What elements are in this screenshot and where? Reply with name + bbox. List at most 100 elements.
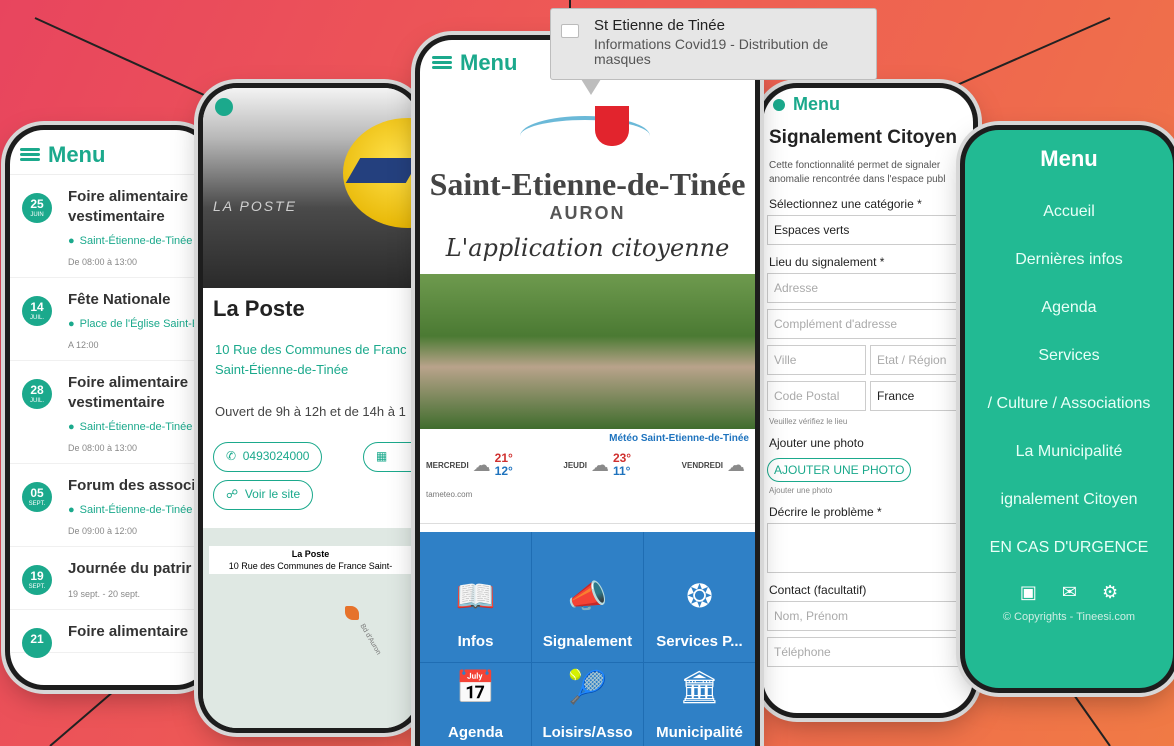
weather-source: tameteo.com (426, 490, 473, 499)
add-photo-button[interactable]: AJOUTER UNE PHOTO (767, 458, 912, 482)
photo-note: Ajouter une photo (769, 486, 833, 495)
tile-3[interactable]: ❂ Services P... (644, 532, 755, 662)
nav-item[interactable]: Agenda (965, 284, 1173, 332)
weather-day-name: JEUDI (563, 460, 587, 470)
category-label: Sélectionnez une catégorie * (769, 197, 922, 211)
map[interactable]: La Poste 10 Rue des Communes de France S… (203, 528, 418, 728)
landscape-photo (420, 274, 755, 429)
weather-widget[interactable]: Météo Saint-Etienne-de-Tinée MERCREDI ☁ 21… (420, 429, 755, 524)
poste-photo: LA POSTE (203, 88, 418, 288)
phone-field[interactable]: Téléphone (767, 637, 969, 667)
hamburger-icon (20, 148, 40, 162)
agenda-phone: Menu 25 JUIN Foire alimentaire vestimentair… (10, 130, 210, 685)
country-field[interactable]: France (870, 381, 969, 411)
nav-item[interactable]: Accueil (965, 188, 1173, 236)
poste-sign: LA POSTE (213, 198, 297, 214)
temp-low: 12° (494, 464, 513, 478)
event-title: Foire alimentaire (68, 374, 189, 391)
tile-4[interactable]: 📅 Agenda (420, 663, 531, 746)
photo-label: Ajouter une photo (769, 436, 864, 450)
nav-item[interactable]: Dernières infos (965, 236, 1173, 284)
weather-day: MERCREDI ☁ 21° 12° (426, 452, 513, 478)
description: Cette fonctionnalité permet de signaler … (769, 159, 967, 187)
call-button[interactable]: ✆ 0493024000 (213, 442, 323, 472)
tile-6[interactable]: 🏛 Municipalité (644, 663, 755, 746)
link-icon: ☍ (226, 487, 239, 501)
problem-label: Décrire le problème * (769, 505, 882, 519)
hamburger-icon (432, 56, 452, 70)
poste-phone: LA POSTE La Poste 10 Rue des Communes de… (203, 88, 418, 728)
nav-item[interactable]: / Culture / Associations (965, 380, 1173, 428)
name-field[interactable]: Nom, Prénom (767, 601, 969, 631)
notification-tail (581, 79, 601, 95)
menu-button[interactable]: Menu (10, 130, 210, 175)
list-item[interactable]: 25JUIN Foire alimentaire vestimentaire Sain… (10, 175, 210, 278)
location-label: Lieu du signalement * (769, 255, 885, 269)
date-day: 14 (30, 300, 44, 314)
date-badge: 14 JUIL. (22, 296, 52, 326)
event-time: 19 sept. - 20 sept. (68, 589, 141, 599)
notification-title: St Etienne de Tinée (594, 17, 725, 34)
description-line-1: Cette fonctionnalité permet de signaler (769, 160, 941, 171)
gear-icon[interactable]: ⚙ (1102, 582, 1118, 602)
menu-button[interactable]: Menu (763, 88, 973, 121)
weather-day-name: MERCREDI (426, 460, 469, 470)
date-month: SEPT. (28, 584, 46, 590)
nav-item[interactable]: Services (965, 332, 1173, 380)
address-complement-field[interactable]: Complément d'adresse (767, 309, 969, 339)
shield-icon (595, 106, 629, 146)
page-title: Signalement Citoyen (769, 127, 957, 148)
menu-label: Menu (460, 50, 518, 75)
zip-field[interactable]: Code Postal (767, 381, 866, 411)
list-item[interactable]: 14JUIL. Fête Nationale Place de l'Église S… (10, 278, 210, 361)
notification-body: Informations Covid19 - Distribution de m… (594, 36, 829, 67)
date-badge: 05 SEPT. (22, 482, 52, 512)
date-day: 05 (30, 486, 44, 500)
tile-label: Signalement (542, 633, 633, 650)
event-title: Foire alimentaire (68, 188, 189, 205)
weather-day: JEUDI ☁ 23° 11° (563, 452, 631, 478)
category-select[interactable]: Espaces verts (767, 215, 969, 245)
state-field[interactable]: Etat / Région (870, 345, 969, 375)
event-location: Saint-Étienne-de-Tinée (68, 421, 210, 433)
nav-list: Accueil Dernières infos Agenda Services / Cu… (965, 188, 1173, 572)
sidemenu-phone: Menu Accueil Dernières infos Agenda Service… (965, 130, 1173, 688)
address-field[interactable]: Adresse (767, 273, 969, 303)
app-icon (561, 24, 579, 38)
tile-5[interactable]: 🎾 Loisirs/Asso (532, 663, 643, 746)
nav-item[interactable]: La Municipalité (965, 428, 1173, 476)
tile-1[interactable]: 📖 Infos (420, 532, 531, 662)
mail-icon[interactable]: ✉ (1062, 582, 1077, 602)
signalement-phone: Menu Signalement Citoyen Cette fonctionn… (763, 88, 973, 713)
weather-temps: 23° 11° (613, 452, 631, 478)
temp-high: 23° (612, 451, 632, 465)
call-button-label: 0493024000 (242, 449, 310, 463)
list-item[interactable]: 05SEPT. Forum des associ Saint-Étienne-de-… (10, 464, 210, 547)
event-time: De 08:00 à 13:00 (68, 443, 138, 453)
list-item[interactable]: 28JUIL. Foire alimentaire vestimentaire Sai… (10, 361, 210, 464)
nav-item[interactable]: ignalement Citoyen (965, 476, 1173, 524)
town-logo (420, 86, 755, 166)
event-time: De 08:00 à 13:00 (68, 257, 138, 267)
weather-days: MERCREDI ☁ 21° 12° JEUDI ☁ 23° 11° VENDREDI ☁ (426, 452, 749, 478)
description-line-2: anomalie rencontrée dans l'espace publ (769, 174, 946, 185)
map-button[interactable]: ▦ (363, 442, 418, 472)
city-field[interactable]: Ville (767, 345, 866, 375)
date-month: JUIL. (29, 315, 44, 321)
tile-2[interactable]: 📣 Signalement (532, 532, 643, 662)
event-title: Fête Nationale (68, 291, 171, 308)
list-item[interactable]: 19 SEPT. Journée du patrir 19 sept. - 20 se… (10, 547, 210, 610)
nav-item[interactable]: EN CAS D'URGENCE (965, 524, 1173, 572)
date-badge: 21 (22, 628, 52, 658)
push-notification[interactable]: St Etienne de Tinée Informations Covid19… (550, 8, 877, 95)
list-item[interactable]: 21 Foire alimentaire (10, 610, 210, 658)
website-button[interactable]: ☍ Voir le site (213, 480, 314, 510)
back-icon[interactable] (215, 98, 233, 116)
problem-textarea[interactable] (767, 523, 969, 573)
map-pin-icon[interactable] (345, 606, 359, 620)
poste-address[interactable]: 10 Rue des Communes de Franc Saint-Étien… (215, 340, 406, 380)
map-icon: ▦ (376, 449, 388, 463)
calendar-icon: 📅 (455, 669, 496, 705)
copyright: © Copyrights - Tineesi.com (1002, 611, 1136, 623)
facebook-icon[interactable]: ▣ (1020, 582, 1037, 602)
